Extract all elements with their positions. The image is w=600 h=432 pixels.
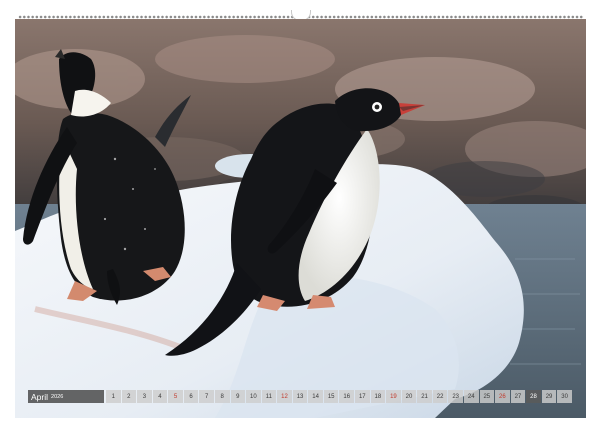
day-cell: 15 bbox=[323, 390, 339, 403]
day-cells: 1 2 3 4 5 6 7 8 9 10 11 12 13 14 15 16 17 18 19 20 21 22 23 24 2… bbox=[105, 390, 572, 403]
day-cell: 23 bbox=[448, 390, 463, 403]
penguin-photo bbox=[15, 19, 586, 418]
day-cell: 7 bbox=[199, 390, 214, 403]
day-cell: 8 bbox=[214, 390, 230, 403]
day-cell: 2 bbox=[121, 390, 137, 403]
month-year: 2026 bbox=[51, 394, 64, 400]
day-cell: 4 bbox=[152, 390, 168, 403]
day-cell: 20 bbox=[401, 390, 417, 403]
day-cell: 25 bbox=[479, 390, 495, 403]
day-cell: 27 bbox=[510, 390, 526, 403]
day-cell: 1 bbox=[106, 390, 121, 403]
day-cell: 14 bbox=[308, 390, 323, 403]
day-cell: 26 bbox=[495, 390, 510, 403]
day-cell: 3 bbox=[137, 390, 152, 403]
day-cell: 9 bbox=[230, 390, 246, 403]
month-name: April bbox=[31, 391, 49, 402]
day-cell: 17 bbox=[355, 390, 370, 403]
calendar-strip: April 2026 1 2 3 4 5 6 7 8 9 10 11 12 13 14 15 16 17 18 19… bbox=[28, 390, 572, 403]
day-cell: 13 bbox=[292, 390, 308, 403]
day-cell: 19 bbox=[386, 390, 401, 403]
calendar-page: April 2026 1 2 3 4 5 6 7 8 9 10 11 12 13 14 15 16 17 18 19… bbox=[0, 0, 600, 432]
day-cell: 18 bbox=[370, 390, 386, 403]
day-cell: 28 bbox=[526, 390, 541, 403]
day-cell: 24 bbox=[463, 390, 479, 403]
day-cell: 21 bbox=[417, 390, 432, 403]
day-cell: 5 bbox=[168, 390, 183, 403]
day-cell: 22 bbox=[432, 390, 448, 403]
day-cell: 29 bbox=[541, 390, 557, 403]
day-cell: 10 bbox=[246, 390, 261, 403]
day-cell: 12 bbox=[277, 390, 292, 403]
day-cell: 16 bbox=[339, 390, 354, 403]
day-cell: 30 bbox=[557, 390, 572, 403]
day-cell: 11 bbox=[261, 390, 277, 403]
day-cell: 6 bbox=[183, 390, 199, 403]
month-label: April 2026 bbox=[28, 390, 104, 403]
